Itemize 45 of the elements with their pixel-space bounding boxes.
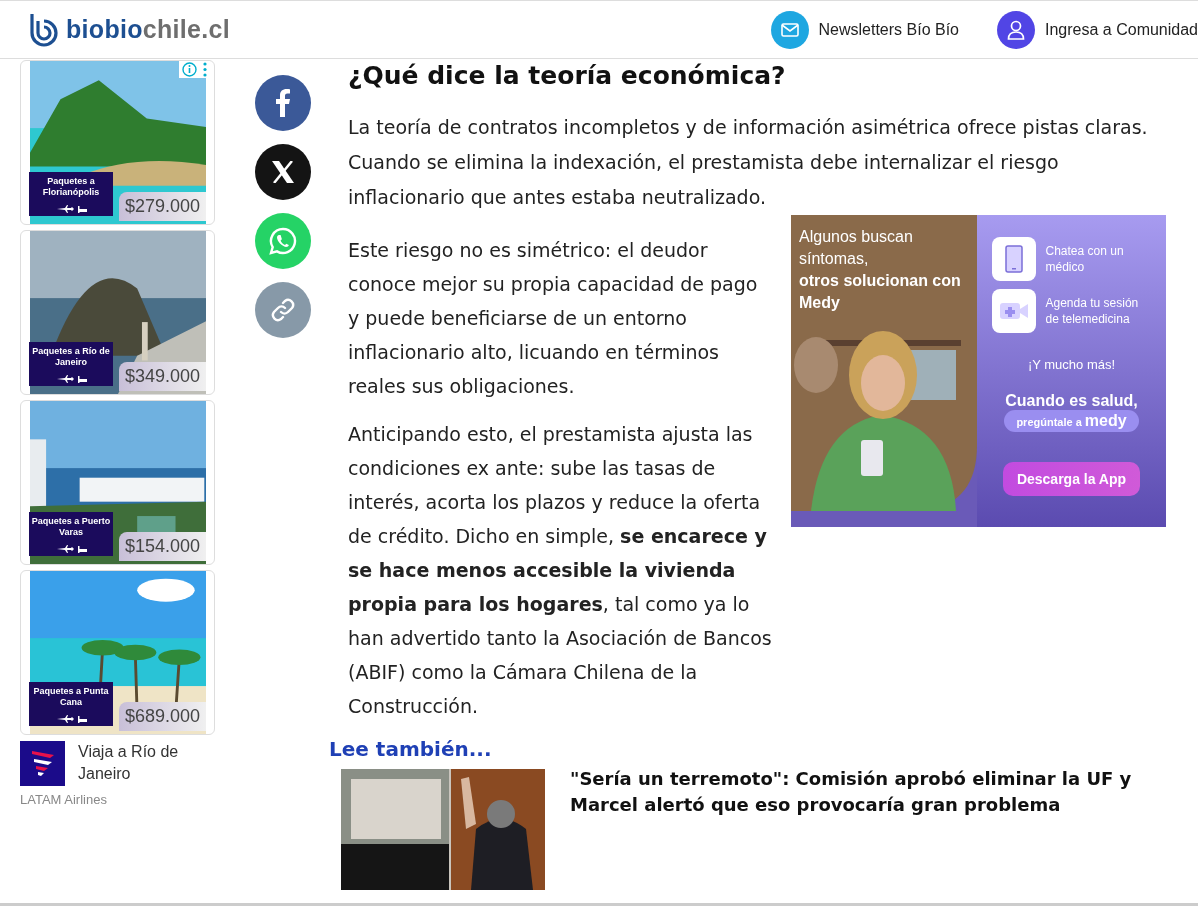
related-article-link[interactable]: "Sería un terremoto": Comisión aprobó eliminar la UF y Marcel alertó que eso provocaría gran problema bbox=[570, 766, 1163, 890]
travel-ad[interactable]: Paquetes a Puerto Varas $154.000 bbox=[20, 400, 215, 565]
ad-headline: Algunos buscan síntomas, otros solucionan con Medy bbox=[798, 227, 962, 313]
advertiser-name: LATAM Airlines bbox=[20, 792, 108, 807]
user-icon bbox=[997, 10, 1035, 49]
feature-text: Chatea con un médico bbox=[1045, 243, 1125, 275]
travel-ad[interactable]: Paquetes a Florianópolis $279.000 bbox=[20, 60, 215, 225]
ad-title[interactable]: Viaja a Río de Janeiro bbox=[78, 741, 215, 786]
medy-ad[interactable]: Algunos buscan síntomas, otros solucionan con Medy Chatea con un médico Agenda tu sesión de telemedicina ¡Y mucho más! Cuando es salud, pregúntale a medy Descarga la App bbox=[791, 215, 1166, 527]
ad-pill: pregúntale a medy bbox=[1004, 410, 1139, 432]
ad-tagline: Cuando es salud, bbox=[1005, 392, 1138, 410]
related-heading: Lee también... bbox=[329, 737, 493, 761]
ad-caption: Paquetes a Río de Janeiro bbox=[29, 342, 113, 386]
paragraph: Este riesgo no es simétrico: el deudor conoce mejor su propia capacidad de pago y puede beneficiarse de un entorno inflacionario alto, licuando en términos reales sus obligaciones. bbox=[348, 238, 759, 399]
video-call-icon bbox=[991, 289, 1036, 333]
header-link[interactable]: Newsletters Bío Bío bbox=[770, 10, 959, 49]
feature-text: Agenda tu sesión de telemedicina bbox=[1045, 295, 1140, 327]
paragraph: Anticipando esto, el prestamista ajusta las condiciones ex ante: sube las tasas de interés, acorta los plazos y reduce la oferta de crédito. Dicho en simple, se encarece y se hace menos accesible la vivienda propia para los hogares, tal como ya lo han advertido tanto la Asociación de Bancos (ABIF) como la Cámara Chilena de la Construcción. bbox=[348, 422, 773, 719]
tablet-icon bbox=[991, 237, 1036, 281]
travel-ad[interactable]: Paquetes a Punta Cana $689.000 bbox=[20, 570, 215, 735]
whatsapp-icon bbox=[269, 227, 297, 255]
ad-price: $154.000 bbox=[118, 532, 206, 561]
ad-price: $689.000 bbox=[118, 702, 206, 731]
info-icon[interactable] bbox=[182, 62, 197, 77]
site-logo[interactable]: biobiochile.cl bbox=[66, 15, 230, 44]
ad-price: $279.000 bbox=[118, 192, 206, 221]
facebook-icon bbox=[275, 89, 291, 117]
download-button[interactable]: Descarga la App bbox=[1002, 462, 1141, 496]
header-link[interactable]: Ingresa a Comunidad bbox=[997, 10, 1198, 49]
share-button[interactable] bbox=[255, 144, 311, 200]
more-icon[interactable] bbox=[203, 62, 207, 77]
link-icon bbox=[270, 297, 296, 323]
share-button[interactable] bbox=[255, 75, 311, 131]
ad-caption: Paquetes a Puerto Varas bbox=[29, 512, 113, 556]
x-icon bbox=[271, 161, 295, 183]
paragraph: La teoría de contratos incompletos y de información asimétrica ofrece pistas claras. Cuando se elimina la indexación, el prestamista debe internalizar el riesgo inflacionario que antes estaba neutralizado. bbox=[348, 115, 1149, 210]
ad-caption: Paquetes a Florianópolis bbox=[29, 172, 113, 216]
logo-icon bbox=[28, 11, 60, 48]
ad-price: $349.000 bbox=[118, 362, 206, 391]
advertiser-logo[interactable] bbox=[20, 741, 65, 786]
ad-text: ¡Y mucho más! bbox=[1027, 357, 1116, 372]
ad-caption: Paquetes a Punta Cana bbox=[29, 682, 113, 726]
mail-icon bbox=[770, 10, 809, 49]
section-heading: ¿Qué dice la teoría económica? bbox=[348, 61, 787, 90]
travel-ad[interactable]: Paquetes a Río de Janeiro $349.000 bbox=[20, 230, 215, 395]
